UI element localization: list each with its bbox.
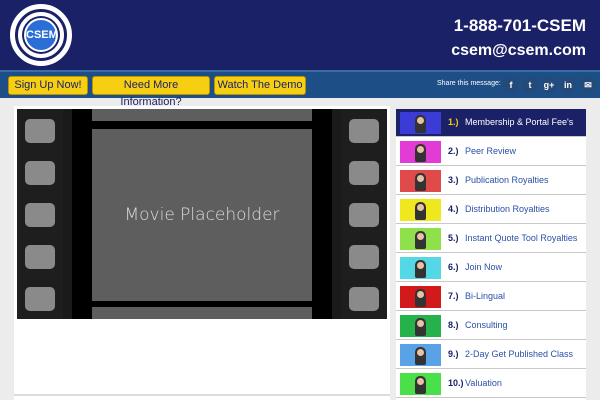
playlist-item-number: 3.) <box>448 175 459 185</box>
video-thumbnail <box>400 315 441 337</box>
linkedin-icon[interactable]: in <box>560 77 576 93</box>
film-strip-left <box>17 109 63 319</box>
presenter-face <box>417 175 424 182</box>
nav-bar: Sign Up Now! Need More Information? Watc… <box>0 70 600 108</box>
playlist-item-number: 5.) <box>448 233 459 243</box>
playlist-item-label: Peer Review <box>465 146 517 156</box>
logo-badge: CSEM <box>24 18 58 52</box>
video-player[interactable]: Movie Placeholder <box>17 109 387 319</box>
film-hole <box>25 287 55 311</box>
playlist-item[interactable]: 6.) Join Now <box>396 254 586 282</box>
playlist-item[interactable]: 7.) Bi-Lingual <box>396 283 586 311</box>
presenter-face <box>417 291 424 298</box>
film-hole <box>349 203 379 227</box>
film-frame-bottom <box>92 307 312 319</box>
playlist-item-number: 2.) <box>448 146 459 156</box>
playlist-item[interactable]: 3.) Publication Royalties <box>396 167 586 195</box>
playlist-item-number: 4.) <box>448 204 459 214</box>
contact-email[interactable]: csem@csem.com <box>451 42 586 60</box>
film-hole <box>25 245 55 269</box>
movie-placeholder-text: Movie Placeholder <box>124 205 280 225</box>
video-playlist: 1.) Membership & Portal Fee's 2.) Peer R… <box>396 109 586 400</box>
video-thumbnail <box>400 170 441 192</box>
more-information-button[interactable]: Need More Information? <box>92 76 210 108</box>
video-thumbnail <box>400 141 441 163</box>
playlist-item[interactable]: 5.) Instant Quote Tool Royalties <box>396 225 586 253</box>
sign-up-button[interactable]: Sign Up Now! <box>8 76 88 95</box>
playlist-item-label: Consulting <box>465 320 508 330</box>
presenter-face <box>417 146 424 153</box>
video-thumbnail <box>400 286 441 308</box>
presenter-face <box>417 378 424 385</box>
film-strip-right <box>341 109 387 319</box>
presenter-face <box>417 117 424 124</box>
presenter-face <box>417 233 424 240</box>
video-thumbnail <box>400 257 441 279</box>
playlist-item[interactable]: 9.) 2-Day Get Published Class <box>396 341 586 369</box>
playlist-item-label: Valuation <box>465 378 502 388</box>
playlist-item-label: Membership & Portal Fee's <box>465 117 574 127</box>
film-hole <box>25 119 55 143</box>
playlist-item-number: 10.) <box>448 378 464 388</box>
film-hole <box>349 245 379 269</box>
video-thumbnail <box>400 344 441 366</box>
video-thumbnail <box>400 228 441 250</box>
playlist-item-label: Instant Quote Tool Royalties <box>465 233 578 243</box>
playlist-item[interactable]: 4.) Distribution Royalties <box>396 196 586 224</box>
film-hole <box>349 161 379 185</box>
playlist-item-number: 9.) <box>448 349 459 359</box>
video-thumbnail <box>400 373 441 395</box>
content-divider <box>14 394 390 396</box>
site-header: CSEM 1-888-701-CSEM csem@csem.com <box>0 0 600 70</box>
share-label: Share this message: <box>437 80 501 87</box>
video-thumbnail <box>400 199 441 221</box>
film-hole <box>25 161 55 185</box>
playlist-item-label: 2-Day Get Published Class <box>465 349 574 359</box>
playlist-item-label: Bi-Lingual <box>465 291 506 301</box>
playlist-item-number: 8.) <box>448 320 459 330</box>
presenter-face <box>417 349 424 356</box>
email-icon[interactable]: ✉ <box>580 77 596 93</box>
csem-logo[interactable]: CSEM <box>8 2 74 68</box>
film-hole <box>349 119 379 143</box>
twitter-icon[interactable]: t <box>522 77 538 93</box>
facebook-icon[interactable]: f <box>503 77 519 93</box>
watch-demo-button[interactable]: Watch The Demo <box>214 76 306 95</box>
film-frame-top <box>92 109 312 121</box>
film-hole <box>25 203 55 227</box>
playlist-item-label: Publication Royalties <box>465 175 549 185</box>
video-thumbnail <box>400 112 441 134</box>
presenter-face <box>417 204 424 211</box>
playlist-item-number: 6.) <box>448 262 459 272</box>
film-hole <box>349 287 379 311</box>
main-content: Movie Placeholder <box>14 106 390 400</box>
playlist-item-number: 7.) <box>448 291 459 301</box>
playlist-item[interactable]: 8.) Consulting <box>396 312 586 340</box>
playlist-item-label: Join Now <box>465 262 503 272</box>
playlist-item[interactable]: 1.) Membership & Portal Fee's <box>396 109 586 137</box>
playlist-item-number: 1.) <box>448 117 459 127</box>
playlist-item[interactable]: 10.) Valuation <box>396 370 586 398</box>
playlist-item-label: Distribution Royalties <box>465 204 550 214</box>
playlist-item[interactable]: 2.) Peer Review <box>396 138 586 166</box>
contact-phone[interactable]: 1-888-701-CSEM <box>454 16 586 36</box>
presenter-face <box>417 262 424 269</box>
presenter-face <box>417 320 424 327</box>
google-plus-icon[interactable]: g+ <box>541 77 557 93</box>
